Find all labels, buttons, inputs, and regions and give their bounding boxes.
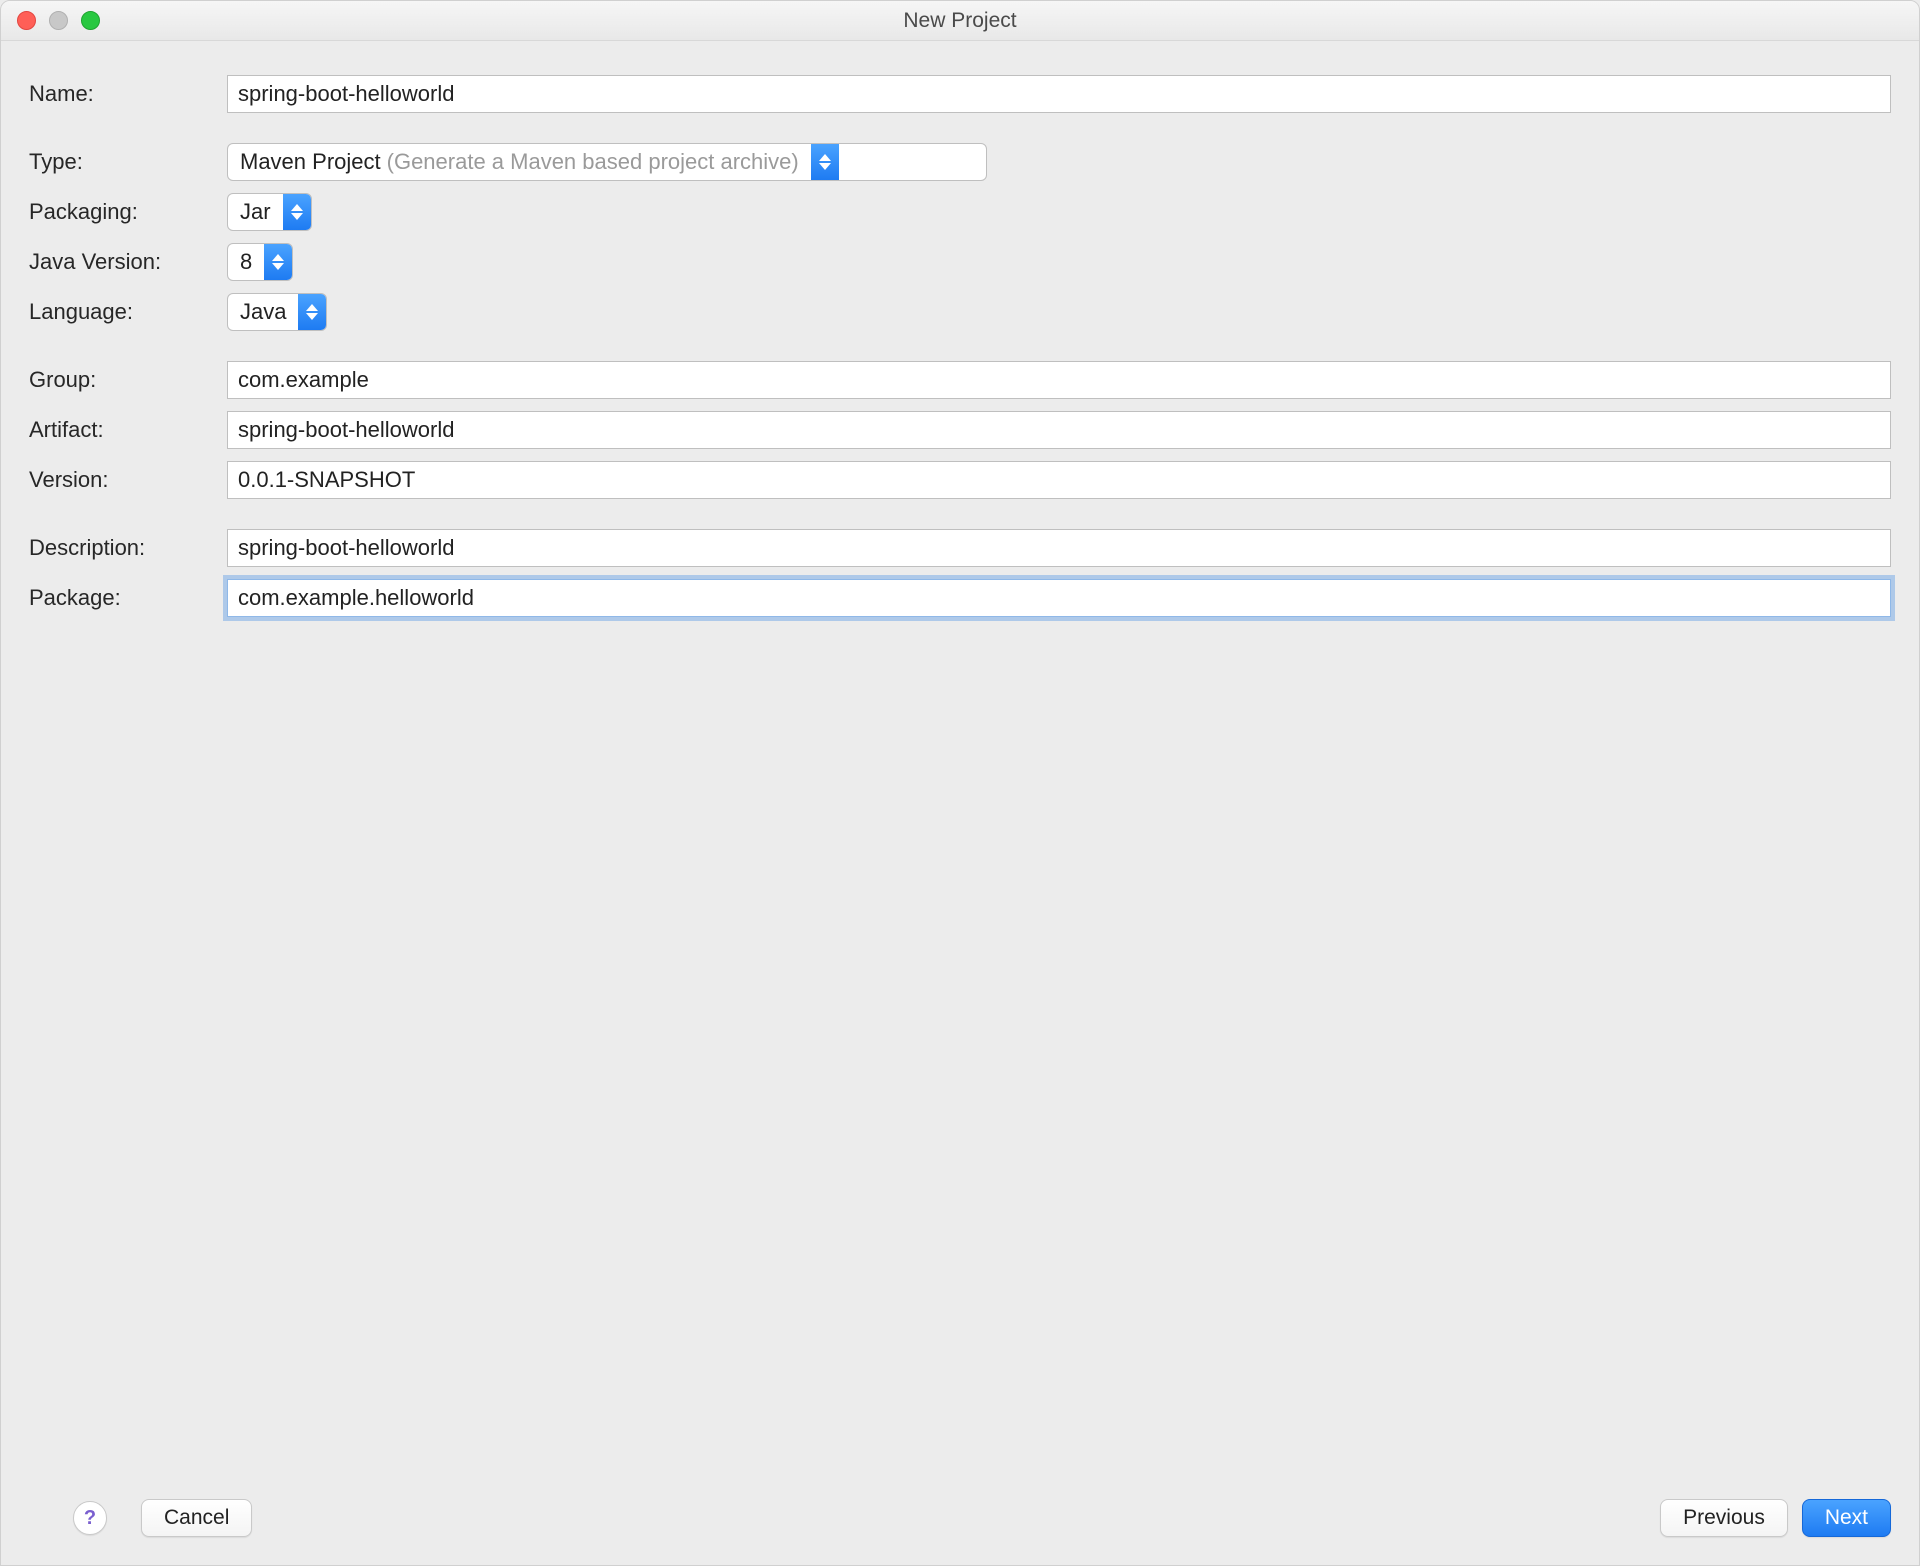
dialog-content: Name: Type: Maven Project (Generate a Ma… [1,41,1919,1565]
language-select[interactable]: Java [227,293,327,331]
artifact-label: Artifact: [29,409,209,451]
group-label: Group: [29,359,209,401]
previous-button[interactable]: Previous [1660,1499,1788,1537]
packaging-select[interactable]: Jar [227,193,312,231]
name-input[interactable] [227,75,1891,113]
group-input[interactable] [227,361,1891,399]
type-select-hint: (Generate a Maven based project archive) [387,149,799,175]
language-label: Language: [29,291,209,333]
form: Name: Type: Maven Project (Generate a Ma… [29,69,1891,623]
packaging-select-value: Jar [240,199,271,225]
next-button[interactable]: Next [1802,1499,1891,1537]
java-version-label: Java Version: [29,241,209,283]
package-label: Package: [29,577,209,619]
description-label: Description: [29,527,209,569]
chevron-up-down-icon [298,294,326,330]
package-input[interactable] [227,579,1891,617]
help-button[interactable]: ? [73,1501,107,1535]
type-select[interactable]: Maven Project (Generate a Maven based pr… [227,143,987,181]
footer: ? Cancel Previous Next [29,1479,1891,1565]
version-input[interactable] [227,461,1891,499]
titlebar: New Project [1,1,1919,41]
java-version-select-value: 8 [240,249,252,275]
chevron-up-down-icon [811,144,839,180]
window-title: New Project [1,9,1919,33]
description-input[interactable] [227,529,1891,567]
artifact-input[interactable] [227,411,1891,449]
chevron-up-down-icon [283,194,311,230]
language-select-value: Java [240,299,286,325]
chevron-up-down-icon [264,244,292,280]
version-label: Version: [29,459,209,501]
type-select-value: Maven Project [240,149,381,175]
dialog-window: New Project Name: Type: Maven Project [0,0,1920,1566]
java-version-select[interactable]: 8 [227,243,293,281]
cancel-button[interactable]: Cancel [141,1499,252,1537]
packaging-label: Packaging: [29,191,209,233]
help-icon: ? [84,1507,96,1530]
type-label: Type: [29,141,209,183]
name-label: Name: [29,73,209,115]
